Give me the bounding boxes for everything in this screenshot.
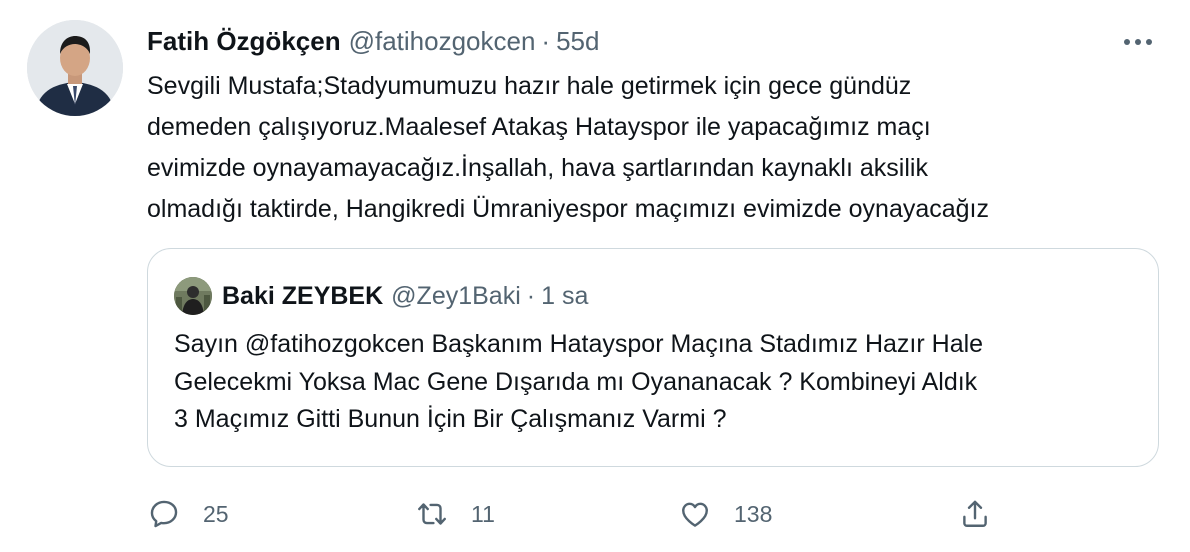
- retweet-icon: [418, 503, 446, 525]
- author-handle[interactable]: @fatihozgokcen: [349, 26, 536, 57]
- tweet-timestamp[interactable]: 55d: [556, 26, 599, 57]
- share-icon: [963, 500, 987, 527]
- separator-dot: ·: [541, 25, 551, 56]
- more-options-button[interactable]: [1118, 26, 1158, 58]
- reply-count: 25: [203, 500, 229, 527]
- quoted-separator-dot: ·: [526, 281, 536, 310]
- reply-icon: [150, 500, 178, 528]
- quoted-author-avatar[interactable]: [174, 277, 212, 315]
- author-avatar[interactable]: [27, 20, 123, 116]
- quoted-author-name: Baki ZEYBEK: [222, 281, 384, 310]
- quoted-tweet-header: Baki ZEYBEK @Zey1Baki · 1 sa: [222, 279, 588, 313]
- retweet-button[interactable]: 11: [415, 490, 495, 538]
- quoted-author-avatar-image: [174, 277, 212, 315]
- retweet-count: 11: [471, 500, 495, 527]
- quoted-tweet-text: Sayın @fatihozgokcen Başkanım Hatayspor …: [174, 330, 984, 433]
- quoted-tweet[interactable]: Baki ZEYBEK @Zey1Baki · 1 sa Sayın @fati…: [147, 248, 1159, 467]
- reply-button[interactable]: 25: [147, 490, 229, 538]
- tweet-header: Fatih Özgökçen @fatihozgokcen · 55d: [147, 24, 599, 58]
- like-count: 138: [734, 500, 773, 527]
- tweet-text: Sevgili Mustafa;Stadyumumuzu hazır hale …: [147, 72, 990, 223]
- quoted-author-handle: @Zey1Baki: [391, 281, 521, 310]
- quoted-tweet-timestamp: 1 sa: [541, 281, 589, 310]
- heart-icon: [682, 502, 708, 527]
- share-button[interactable]: [958, 490, 992, 538]
- author-name[interactable]: Fatih Özgökçen: [147, 26, 341, 57]
- tweet-actions: 25 11 138: [0, 490, 1190, 538]
- like-button[interactable]: 138: [678, 490, 772, 538]
- author-avatar-image: [27, 20, 123, 116]
- more-horizontal-icon: [1124, 39, 1152, 45]
